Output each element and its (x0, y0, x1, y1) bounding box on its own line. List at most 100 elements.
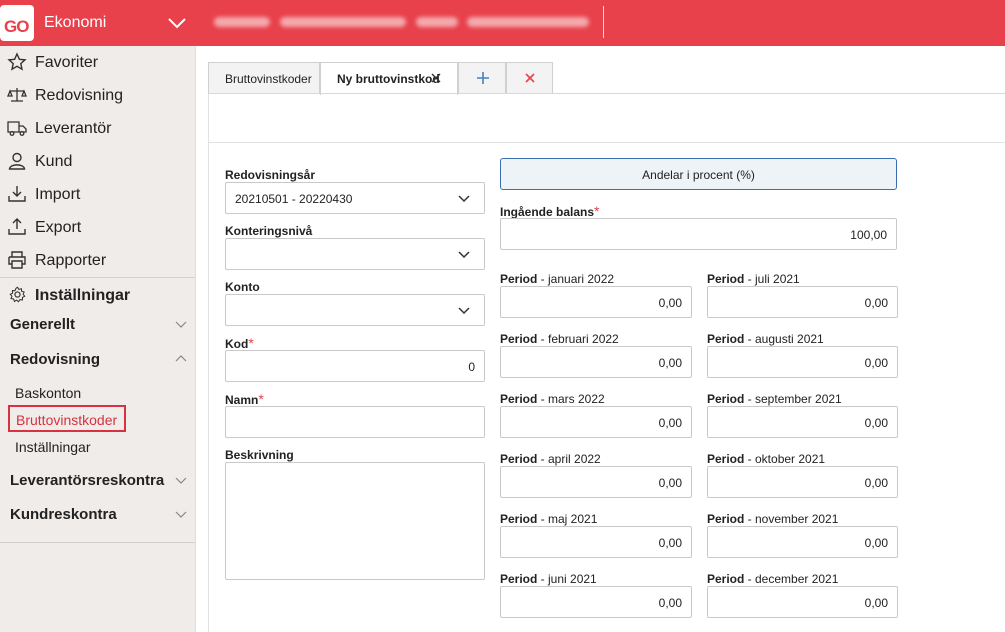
period-label: Period - december 2021 (707, 572, 838, 586)
beskrivning-label: Beskrivning (225, 448, 294, 462)
group-redovisning[interactable]: Redovisning (0, 345, 195, 373)
tab-label: Ny bruttovinstkod (337, 72, 440, 86)
printer-icon (8, 251, 26, 269)
nav-label: Leverantör (35, 120, 112, 137)
settings-section[interactable]: Inställningar (0, 279, 195, 309)
period-month: - oktober 2021 (744, 452, 826, 466)
konto-label: Konto (225, 280, 260, 294)
period-input[interactable]: 0,00 (500, 286, 692, 318)
tab-add[interactable] (458, 62, 506, 94)
sub-item-baskonton[interactable]: Baskonton (15, 385, 81, 401)
nav-favoriter[interactable]: Favoriter (0, 46, 195, 79)
period-input[interactable]: 0,00 (707, 466, 898, 498)
period-value: 0,00 (864, 296, 888, 310)
period-value: 0,00 (864, 416, 888, 430)
namn-label-text: Namn (225, 393, 259, 407)
required-marker: * (258, 391, 264, 407)
sub-item-label: Bruttovinstkoder (16, 412, 118, 428)
top-bar: GO Ekonomi (0, 0, 1005, 46)
chevron-down-icon (458, 251, 470, 259)
blurred-breadcrumb (416, 17, 458, 27)
group-label: Kundreskontra (10, 506, 117, 523)
period-month: - augusti 2021 (744, 332, 824, 346)
period-value: 0,00 (864, 476, 888, 490)
group-generellt[interactable]: Generellt (0, 310, 195, 338)
period-label: Period - oktober 2021 (707, 452, 825, 466)
period-value: 0,00 (864, 536, 888, 550)
group-label: Generellt (10, 316, 76, 333)
period-input[interactable]: 0,00 (500, 586, 692, 618)
import-icon (8, 186, 26, 202)
period-value: 0,00 (658, 476, 682, 490)
period-month: - maj 2021 (537, 512, 598, 526)
sub-item-bruttovinstkoder[interactable]: Bruttovinstkoder (8, 405, 126, 432)
period-value: 0,00 (658, 536, 682, 550)
period-value: 0,00 (658, 416, 682, 430)
period-value: 0,00 (658, 596, 682, 610)
period-label: Period - april 2022 (500, 452, 601, 466)
nav-leverantor[interactable]: Leverantör (0, 112, 195, 145)
period-month: - november 2021 (744, 512, 839, 526)
period-label: Period - september 2021 (707, 392, 842, 406)
period-input[interactable]: 0,00 (707, 346, 898, 378)
period-input[interactable]: 0,00 (707, 586, 898, 618)
kod-input[interactable]: 0 (225, 350, 485, 382)
ingaende-balans-input[interactable]: 100,00 (500, 218, 897, 250)
period-month: - april 2022 (537, 452, 601, 466)
period-month: - september 2021 (744, 392, 842, 406)
nav-label: Redovisning (35, 87, 124, 104)
period-word: Period (707, 572, 745, 586)
tab-bruttovinstkoder[interactable]: Bruttovinstkoder (208, 62, 320, 94)
period-input[interactable]: 0,00 (707, 406, 898, 438)
nav-kund[interactable]: Kund (0, 145, 195, 178)
namn-input[interactable] (225, 406, 485, 438)
period-month: - januari 2022 (537, 272, 615, 286)
period-label: Period - mars 2022 (500, 392, 605, 406)
period-value: 0,00 (658, 356, 682, 370)
sidebar-divider (0, 277, 195, 278)
period-input[interactable]: 0,00 (707, 526, 898, 558)
redovisningsar-select[interactable]: 20210501 - 20220430 (225, 182, 485, 214)
group-label: Leverantörsreskontra (10, 472, 165, 489)
konto-select[interactable] (225, 294, 485, 326)
nav-label: Rapporter (35, 252, 107, 269)
period-input[interactable]: 0,00 (500, 406, 692, 438)
sub-item-installningar[interactable]: Inställningar (15, 439, 91, 455)
period-value: 0,00 (658, 296, 682, 310)
chevron-down-icon (175, 321, 187, 328)
period-input[interactable]: 0,00 (500, 466, 692, 498)
period-label: Period - november 2021 (707, 512, 838, 526)
redovisningsar-value: 20210501 - 20220430 (235, 192, 353, 206)
blurred-breadcrumb (467, 17, 589, 27)
tab-remove[interactable] (506, 62, 553, 94)
period-word: Period (707, 332, 745, 346)
blurred-breadcrumb (214, 17, 270, 27)
content-border (208, 94, 209, 632)
nav-redovisning[interactable]: Redovisning (0, 79, 195, 112)
period-input[interactable]: 0,00 (500, 526, 692, 558)
period-input[interactable]: 0,00 (500, 346, 692, 378)
period-month: - februari 2022 (537, 332, 619, 346)
tab-ny-bruttovinstkod[interactable]: Ny bruttovinstkod (320, 62, 458, 95)
konteringsniva-select[interactable] (225, 238, 485, 270)
nav-export[interactable]: Export (0, 211, 195, 244)
percent-toggle-button[interactable]: Andelar i procent (%) (500, 158, 897, 190)
chevron-down-icon[interactable] (166, 12, 188, 34)
scale-icon (7, 88, 27, 102)
nav-rapporter[interactable]: Rapporter (0, 244, 195, 277)
group-leverantorsreskontra[interactable]: Leverantörsreskontra (0, 466, 195, 494)
nav-import[interactable]: Import (0, 178, 195, 211)
period-word: Period (500, 572, 538, 586)
close-icon[interactable] (431, 73, 441, 83)
nav-label: Import (35, 186, 81, 203)
app-title[interactable]: Ekonomi (44, 14, 106, 32)
chevron-up-icon (175, 355, 187, 362)
kod-label: Kod* (225, 335, 254, 351)
period-month: - december 2021 (744, 572, 839, 586)
close-red-icon (525, 73, 535, 83)
sidebar-divider (0, 542, 195, 543)
group-kundreskontra[interactable]: Kundreskontra (0, 500, 195, 528)
period-input[interactable]: 0,00 (707, 286, 898, 318)
app-logo[interactable]: GO (0, 5, 34, 41)
beskrivning-textarea[interactable] (225, 462, 485, 580)
